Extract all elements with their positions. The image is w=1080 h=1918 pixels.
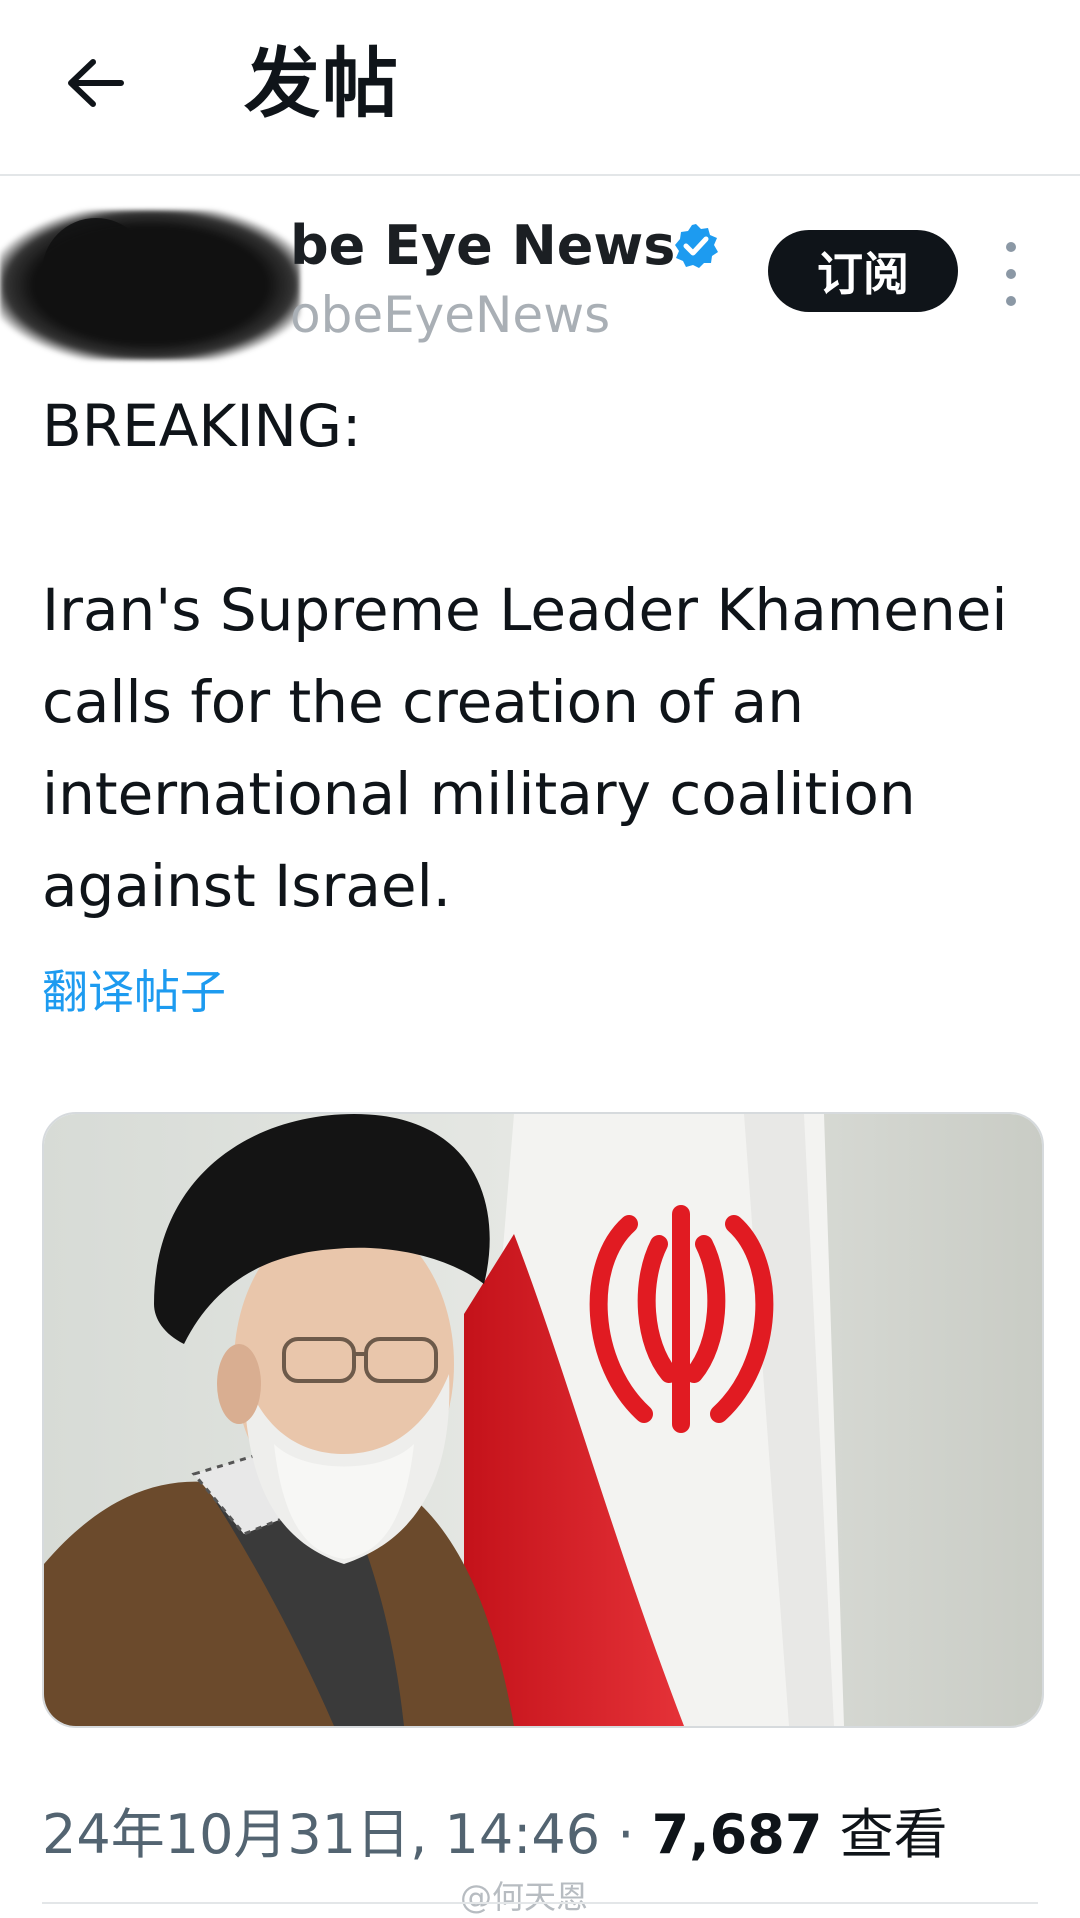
redaction-scribble	[0, 210, 300, 360]
post-meta: 24年10月31日, 14:46 · 7,687 查看	[42, 1790, 948, 1869]
divider	[42, 1902, 1038, 1904]
post-timestamp[interactable]: 24年10月31日, 14:46	[42, 1803, 600, 1866]
post-image[interactable]	[42, 1112, 1044, 1728]
dot	[1006, 269, 1016, 279]
post-headline: BREAKING:	[42, 392, 362, 460]
dot	[1006, 242, 1016, 252]
author-handle[interactable]: obeEyeNews	[290, 286, 610, 344]
meta-separator: ·	[600, 1803, 652, 1866]
back-arrow-icon	[68, 59, 124, 107]
views-count: 7,687	[651, 1803, 823, 1866]
top-bar: 发帖	[0, 0, 1080, 176]
back-button[interactable]	[60, 48, 130, 118]
verified-badge-icon	[675, 224, 718, 268]
weibo-watermark: @何天恩	[460, 1878, 589, 1916]
author-display-name[interactable]: be Eye News	[290, 214, 675, 277]
page-title: 发帖	[244, 39, 400, 128]
subscribe-button[interactable]: 订阅	[768, 230, 958, 312]
more-options-icon[interactable]	[988, 242, 1034, 306]
views-label: 查看	[839, 1803, 948, 1866]
post-body: Iran's Supreme Leader Khamenei calls for…	[42, 576, 1026, 920]
translate-post-link[interactable]: 翻译帖子	[42, 956, 226, 1022]
post-text: BREAKING: Iran's Supreme Leader Khamenei…	[42, 380, 1052, 932]
post-author: be Eye News obeEyeNews 订阅	[0, 200, 1080, 370]
khamenei-flag-photo	[44, 1114, 1042, 1726]
dot	[1006, 296, 1016, 306]
